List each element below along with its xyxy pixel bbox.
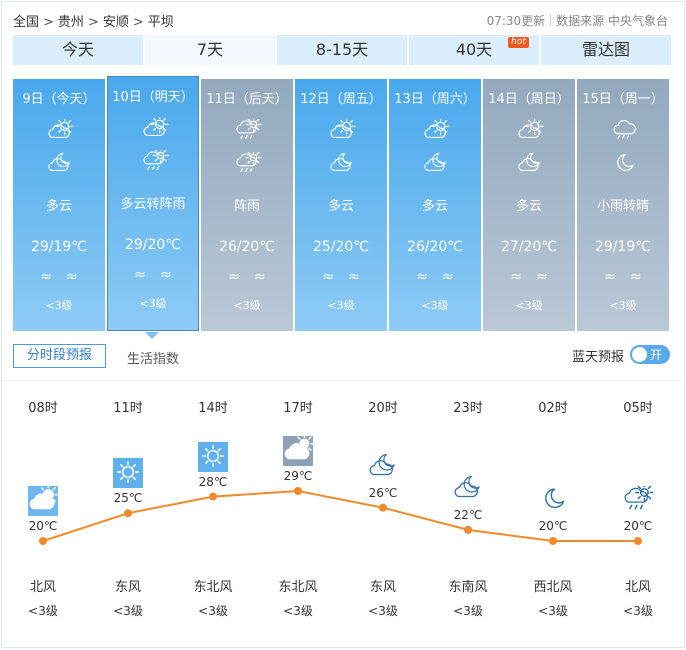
hourly-forecast: 08时 20℃ 北风 <3级 11时 25℃ 东风 <3级 14时 28℃ 东北风 <3级 17时 29℃…: [0, 0, 686, 650]
temperature-point: [39, 537, 47, 545]
hour-label: 08时: [28, 401, 58, 416]
wind-direction: 北风: [29, 580, 56, 595]
hour-temperature: 20℃: [28, 519, 58, 533]
wind-level: <3级: [28, 604, 58, 618]
wind-level: <3级: [113, 604, 143, 618]
temperature-point: [124, 509, 132, 518]
cloudy-night-icon: [453, 475, 483, 505]
hour-temperature: 29℃: [283, 469, 313, 483]
sun-icon: [113, 458, 143, 489]
wind-direction: 东北风: [193, 580, 233, 595]
hour-label: 11时: [113, 401, 143, 416]
hour-label: 17时: [283, 401, 313, 416]
hour-temperature: 20℃: [623, 519, 653, 533]
sun-icon: [198, 441, 228, 472]
hour-temperature: 26℃: [368, 485, 398, 500]
temperature-point: [294, 487, 302, 495]
hour-label: 14时: [198, 401, 228, 416]
cloudy-sun-icon: [28, 484, 59, 516]
wind-level: <3级: [368, 604, 398, 618]
hour-temperature: 28℃: [198, 474, 228, 489]
shower-icon: [623, 483, 654, 516]
hour-temperature: 25℃: [113, 491, 143, 506]
hour-label: 23时: [453, 401, 483, 416]
wind-level: <3级: [453, 604, 483, 618]
wind-level: <3级: [198, 604, 228, 618]
wind-direction: 东风: [114, 580, 141, 595]
moon-icon: [538, 486, 568, 516]
hour-label: 05时: [623, 401, 653, 416]
temperature-curve-chart: [39, 487, 642, 545]
wind-direction: 东北风: [278, 580, 318, 595]
temperature-point: [634, 537, 642, 545]
temperature-point: [549, 537, 557, 545]
wind-direction: 东南风: [448, 580, 488, 595]
hour-temperature: 20℃: [538, 519, 568, 533]
temperature-point: [209, 492, 217, 501]
wind-level: <3级: [283, 604, 313, 618]
wind-direction: 北风: [624, 580, 651, 595]
cloudy-night-icon: [368, 453, 398, 483]
overcast-icon: [283, 433, 315, 466]
temperature-point: [379, 503, 387, 512]
wind-level: <3级: [623, 604, 653, 618]
wind-direction: 西北风: [533, 580, 573, 595]
hour-label: 02时: [538, 401, 568, 416]
wind-direction: 东风: [369, 580, 396, 595]
hour-temperature: 22℃: [453, 507, 483, 522]
temperature-point: [464, 525, 472, 534]
wind-level: <3级: [538, 604, 568, 618]
hour-label: 20时: [368, 401, 398, 416]
